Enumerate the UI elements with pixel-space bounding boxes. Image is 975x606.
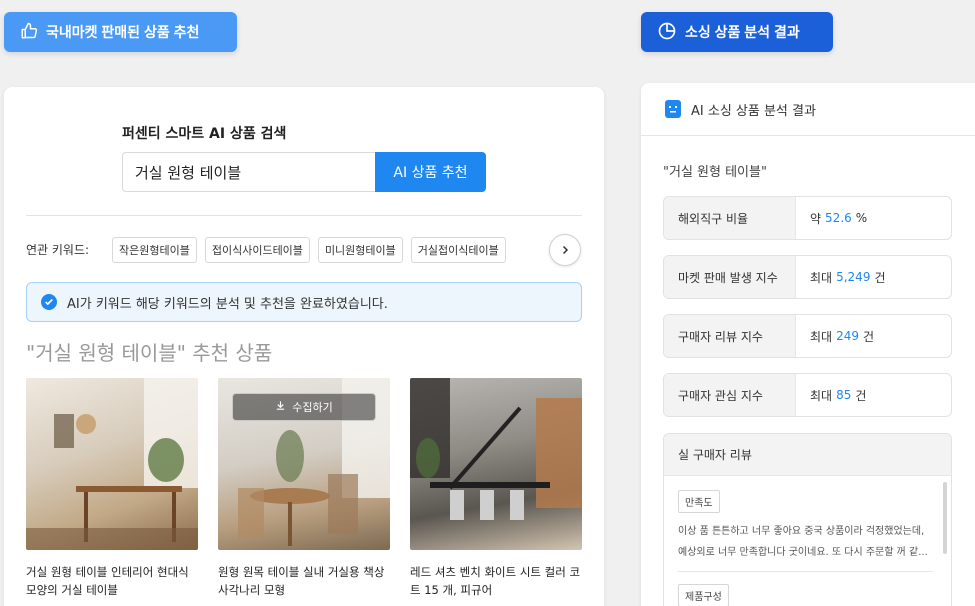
check-circle-icon [41, 294, 57, 310]
product-list: 거실 원형 테이블 인테리어 현대식 모양의 거실 테이블 수집하기 원형 원목… [26, 378, 582, 599]
metric-prefix: 약 [810, 211, 822, 226]
metric-prefix: 최대 [810, 388, 833, 403]
metric-prefix: 최대 [810, 270, 833, 285]
search-input[interactable] [122, 152, 375, 192]
domestic-market-recommend-button[interactable]: 국내마켓 판매된 상품 추천 [4, 12, 237, 52]
reviews-header: 실 구매자 리뷰 [664, 434, 951, 476]
product-name: 원형 원목 테이블 실내 거실용 책상 사각나리 모형 [218, 565, 385, 597]
product-name: 레드 셔츠 벤치 화이트 시트 컬러 코트 15 개, 피규어 [410, 565, 581, 597]
metric-buyer-interest: 구매자 관심 지수 최대 85 건 [663, 373, 952, 417]
review-text: 이상 품 튼튼하고 너무 좋아요 중국 상품이라 걱정했었는데, 예상외로 너무… [678, 526, 928, 558]
notice-text: AI가 키워드 해당 키워드의 분석 및 추천을 완료하였습니다. [67, 296, 388, 312]
review-list[interactable]: 만족도 이상 품 튼튼하고 너무 좋아요 중국 상품이라 걱정했었는데, 예상외… [664, 476, 951, 606]
metric-buyer-reviews: 구매자 리뷰 지수 최대 249 건 [663, 314, 952, 358]
metric-unit: 건 [863, 329, 875, 344]
metric-label: 구매자 리뷰 지수 [664, 315, 796, 357]
analysis-header: AI 소싱 상품 분석 결과 [641, 83, 975, 136]
thumbs-up-icon [20, 22, 38, 43]
metric-label: 구매자 관심 지수 [664, 374, 796, 416]
product-card[interactable]: 수집하기 원형 원목 테이블 실내 거실용 책상 사각나리 모형 [218, 378, 390, 599]
review-divider [678, 571, 933, 572]
pie-chart-icon [657, 21, 677, 44]
analysis-panel: AI 소싱 상품 분석 결과 "거실 원형 테이블" 해외직구 비율 약 52.… [641, 83, 975, 606]
metric-prefix: 최대 [810, 329, 833, 344]
chevron-right-icon [559, 241, 571, 260]
metric-number: 249 [836, 329, 859, 343]
ai-recommend-button[interactable]: AI 상품 추천 [375, 152, 486, 192]
search-panel: 퍼센티 스마트 AI 상품 검색 AI 상품 추천 연관 키워드: 작은원형테이… [4, 87, 604, 606]
metric-market-sales: 마켓 판매 발생 지수 최대 5,249 건 [663, 255, 952, 299]
analysis-query: "거실 원형 테이블" [663, 165, 767, 180]
review-tag: 만족도 [678, 490, 720, 513]
metric-number: 5,249 [836, 270, 871, 284]
metric-unit: % [855, 211, 868, 225]
keyword-chip[interactable]: 접이식사이드테이블 [204, 237, 310, 263]
metric-label: 마켓 판매 발생 지수 [664, 256, 796, 298]
product-card[interactable]: 레드 셔츠 벤치 화이트 시트 컬러 코트 15 개, 피규어 [410, 378, 582, 599]
recommend-title: "거실 원형 테이블" 추천 상품 [26, 341, 273, 365]
metric-value: 최대 5,249 건 [796, 256, 951, 298]
metric-value: 최대 85 건 [796, 374, 951, 416]
related-keywords-label: 연관 키워드: [26, 243, 90, 257]
keywords-next-button[interactable] [549, 234, 581, 266]
product-image[interactable] [410, 378, 582, 550]
metric-number: 52.6 [825, 211, 852, 225]
robot-icon [665, 100, 681, 118]
collect-label: 수집하기 [292, 401, 333, 414]
metric-value: 최대 249 건 [796, 315, 951, 357]
product-image[interactable] [26, 378, 198, 550]
keyword-chip[interactable]: 작은원형테이블 [112, 237, 197, 263]
domestic-market-recommend-label: 국내마켓 판매된 상품 추천 [46, 24, 200, 40]
buyer-reviews: 실 구매자 리뷰 만족도 이상 품 튼튼하고 너무 좋아요 중국 상품이라 걱정… [663, 433, 952, 606]
metric-value: 약 52.6 % [796, 197, 951, 239]
metric-unit: 건 [874, 270, 886, 285]
metric-label: 해외직구 비율 [664, 197, 796, 239]
download-icon [275, 400, 286, 414]
collect-button[interactable]: 수집하기 [232, 393, 376, 421]
reviews-scrollbar[interactable] [943, 482, 947, 554]
product-card[interactable]: 거실 원형 테이블 인테리어 현대식 모양의 거실 테이블 [26, 378, 198, 599]
metric-unit: 건 [855, 388, 867, 403]
related-keywords-list: 작은원형테이블 접이식사이드테이블 미니원형테이블 거실접이식테이블 [112, 237, 506, 263]
search-title: 퍼센티 스마트 AI 상품 검색 [122, 126, 287, 142]
divider [26, 215, 582, 216]
keyword-chip[interactable]: 거실접이식테이블 [410, 237, 506, 263]
keyword-chip[interactable]: 미니원형테이블 [317, 237, 403, 263]
analysis-header-title: AI 소싱 상품 분석 결과 [691, 103, 816, 119]
metric-number: 85 [836, 388, 852, 402]
completion-notice: AI가 키워드 해당 키워드의 분석 및 추천을 완료하였습니다. [26, 282, 582, 322]
product-image[interactable]: 수집하기 [218, 378, 390, 550]
review-tag: 제품구성 [678, 584, 729, 606]
product-name: 거실 원형 테이블 인테리어 현대식 모양의 거실 테이블 [26, 565, 189, 597]
sourcing-analysis-label: 소싱 상품 분석 결과 [685, 24, 800, 40]
sourcing-analysis-button[interactable]: 소싱 상품 분석 결과 [641, 12, 833, 52]
metric-overseas-ratio: 해외직구 비율 약 52.6 % [663, 196, 952, 240]
